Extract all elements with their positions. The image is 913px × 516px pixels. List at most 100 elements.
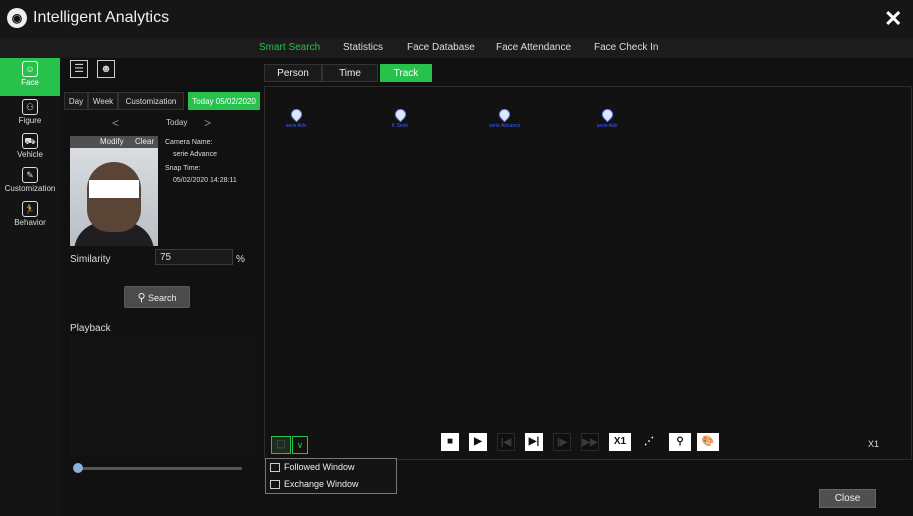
face-card-header: Modify Clear [70,136,158,148]
menu-item-label: Followed Window [284,462,355,472]
exchange-window-icon [270,480,280,490]
window-mode-button[interactable]: ⬚ [271,436,291,454]
camera-logo-icon: ◉ [7,8,27,28]
range-week-button[interactable]: Week [88,92,118,110]
speed-button[interactable]: X1 [609,433,631,451]
similarity-label: Similarity [70,254,111,265]
modify-button[interactable]: Modify [100,137,124,146]
search-button[interactable]: ⚲ Search [124,286,190,308]
app-title: Intelligent Analytics [33,9,170,26]
chevron-down-icon: ∨ [296,440,304,450]
sidebar: ☺ Face ⚇ Figure ⛟ Vehicle ✎ Customizatio… [0,58,60,516]
path-icon: ⋰ [644,436,654,447]
sidebar-item-vehicle[interactable]: ⛟ Vehicle [0,130,60,168]
track-pin[interactable]: serie Adv [592,106,622,129]
snap-time-label: Snap Time: [165,165,201,172]
location-pin-icon [599,106,615,123]
car-icon: ⛟ [22,133,38,149]
tab-track[interactable]: Track [380,64,432,82]
top-tab-bar: Smart Search Statistics Face Database Fa… [0,38,913,58]
location-pin-icon [392,106,408,123]
prev-day-button[interactable]: < [112,116,119,130]
person-location-icon: ⚲ [676,436,684,447]
close-button[interactable]: Close [819,489,876,508]
mode-tabs: Person Time Track [264,64,444,82]
next-day-button[interactable]: > [204,116,211,130]
play-button[interactable]: ▶ [469,433,487,451]
tab-face-database[interactable]: Face Database [407,42,475,53]
sidebar-item-customization[interactable]: ✎ Customization [0,164,60,202]
window-mode-menu: Followed Window Exchange Window [265,458,397,494]
snap-time-value: 05/02/2020 14:28:11 [173,177,237,184]
menu-item-followed-window[interactable]: Followed Window [270,462,355,473]
menu-item-label: Exchange Window [284,479,359,489]
speed-status: X1 [868,439,880,449]
step-back-icon: |◀ [500,437,512,448]
search-icon: ⚲ [137,292,146,304]
track-path-button[interactable]: ⋰ [640,433,658,451]
camera-name-value: serie Advance [173,151,217,158]
running-person-icon: 🏃 [22,201,38,217]
sidebar-item-behavior[interactable]: 🏃 Behavior [0,198,60,236]
clear-button[interactable]: Clear [135,137,154,146]
date-range-bar: Day Week Customization Today 05/02/2020 [64,92,260,110]
sidebar-item-label: Customization [4,184,56,193]
people-icon: ⚇ [22,99,38,115]
sidebar-item-label: Vehicle [17,150,43,159]
location-pin-icon [288,106,304,123]
pin-label: K Serie [391,123,409,129]
fast-forward-button[interactable]: ▶▶ [581,433,599,451]
track-pin[interactable]: K Serie [385,106,415,129]
date-navigation: < Today > [64,116,260,130]
fast-forward-icon: ▶▶ [582,437,598,448]
menu-item-exchange-window[interactable]: Exchange Window [270,479,359,490]
pin-window-icon: ⬚ [276,439,286,450]
search-button-label: Search [148,293,177,303]
list-view-icon[interactable]: ☰ [70,60,88,78]
tab-smart-search[interactable]: Smart Search [259,42,320,53]
sidebar-item-face[interactable]: ☺ Face [0,58,60,96]
sidebar-item-figure[interactable]: ⚇ Figure [0,96,60,134]
sidebar-item-label: Figure [18,116,42,125]
playback-slider-thumb[interactable] [73,463,83,473]
range-day-button[interactable]: Day [64,92,88,110]
range-today-button[interactable]: Today 05/02/2020 [188,92,260,110]
custom-icon: ✎ [22,167,38,183]
next-segment-button[interactable]: |▶ [553,433,571,451]
date-label: Today [166,118,188,127]
stop-button[interactable]: ■ [441,433,459,451]
palette-icon: 🎨 [701,436,715,447]
next-icon: |▶ [556,437,568,448]
next-frame-button[interactable]: ▶| [525,433,543,451]
tab-face-check-in[interactable]: Face Check In [594,42,658,53]
playback-label: Playback [70,323,111,334]
stop-icon: ■ [446,436,454,447]
prev-frame-button[interactable]: |◀ [497,433,515,451]
tab-time[interactable]: Time [322,64,378,82]
pin-label: serie Advance [489,123,521,129]
step-forward-icon: ▶| [528,436,540,447]
similarity-input[interactable] [155,249,233,265]
map-person-button[interactable]: ⚲ [669,433,691,451]
window-mode-dropdown[interactable]: ∨ [292,436,308,454]
track-pin[interactable]: serie Adv [281,106,311,129]
face-card[interactable]: Modify Clear [70,136,158,246]
tab-statistics[interactable]: Statistics [343,42,383,53]
close-icon[interactable]: ✕ [884,6,902,32]
palette-button[interactable]: 🎨 [697,433,719,451]
playback-area[interactable] [70,337,256,455]
tab-person[interactable]: Person [264,64,322,82]
pin-label: serie Adv [596,123,618,129]
track-pin[interactable]: serie Advance [489,106,521,129]
percent-label: % [236,254,245,265]
playback-slider-track[interactable] [76,467,242,470]
range-customization-button[interactable]: Customization [118,92,184,110]
pin-label: serie Adv [285,123,307,129]
face-view-icon[interactable]: ☻ [97,60,115,78]
track-map-area[interactable]: serie Adv K Serie serie Advance serie Ad… [264,86,912,460]
location-pin-icon [496,106,512,123]
tab-face-attendance[interactable]: Face Attendance [496,42,571,53]
followed-window-icon [270,463,280,473]
face-scan-icon: ☺ [22,61,38,77]
privacy-mask [89,180,139,198]
